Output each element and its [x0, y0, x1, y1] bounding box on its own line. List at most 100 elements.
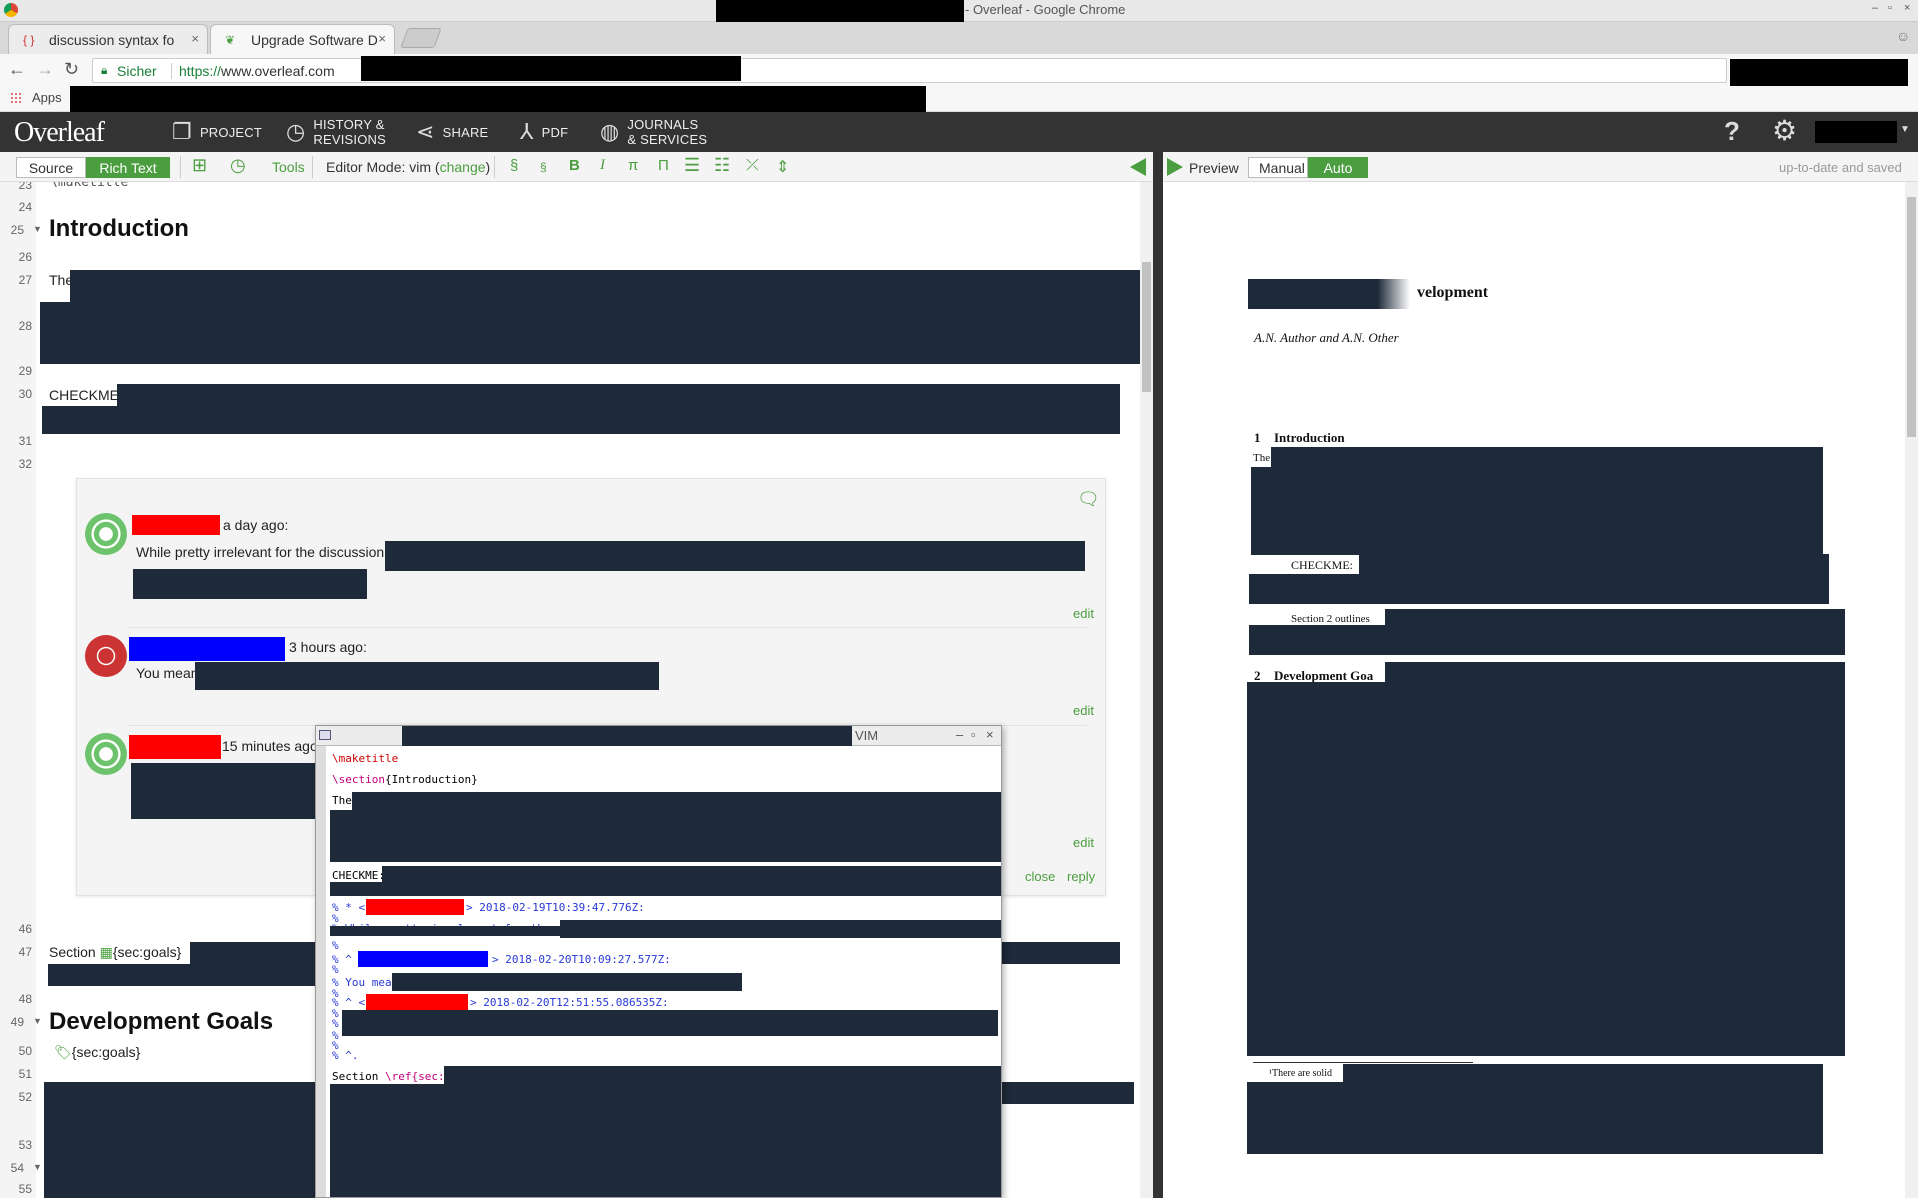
preview-label[interactable]: Preview [1189, 160, 1239, 176]
overleaf-toolbar: Overleaf ❐ PROJECT ◷ HISTORY & REVISIONS ⋖ S… [0, 112, 1918, 152]
redacted-vim-text [330, 810, 1001, 862]
line-number: 28 [18, 319, 32, 333]
comment-bubble-icon[interactable]: 🗨︎ [1077, 489, 1100, 510]
project-button[interactable]: ❐ PROJECT [172, 112, 262, 152]
redacted-comment [131, 763, 331, 819]
url-text: https://www.overleaf.com [179, 63, 335, 79]
section-ref-label[interactable]: {sec:goals} [113, 944, 182, 960]
toolbar-divider [312, 156, 313, 178]
vim-window[interactable]: VIM – ▫ × \maketitle \section{Introducti… [315, 725, 1002, 1198]
redacted-author-name [366, 994, 468, 1010]
reply-link[interactable]: reply [1067, 869, 1095, 884]
redacted-vim-text [330, 1084, 1001, 1197]
pane-divider[interactable] [1153, 152, 1163, 1198]
minimize-icon[interactable]: – [956, 727, 963, 742]
close-icon[interactable]: × [986, 727, 994, 742]
back-icon[interactable]: ← [8, 59, 26, 80]
history-icon[interactable]: ◷ [230, 155, 246, 176]
bold-button[interactable]: B [569, 157, 580, 174]
edit-comment-link[interactable]: edit [1073, 703, 1094, 718]
clock-icon: ◷ [286, 119, 306, 144]
history-button[interactable]: ◷ HISTORY & REVISIONS [286, 112, 386, 152]
redacted-bookmarks [70, 86, 926, 112]
fold-arrow-icon[interactable]: ▼ [33, 224, 42, 234]
fold-arrow-icon[interactable]: ▼ [33, 1162, 42, 1172]
collapse-editor-icon[interactable] [1130, 158, 1146, 176]
new-tab-button[interactable] [400, 28, 442, 48]
overleaf-logo[interactable]: Overleaf [14, 117, 105, 149]
redacted-account[interactable] [1815, 121, 1897, 143]
url-host: www.overleaf.com [221, 63, 335, 79]
scrollbar-thumb[interactable] [1142, 262, 1151, 392]
edit-comment-link[interactable]: edit [1073, 606, 1094, 621]
vim-title: VIM [855, 728, 879, 743]
inline-math-button[interactable]: π [628, 157, 638, 174]
redacted-vim-text [330, 926, 1001, 936]
redacted-vim-text [342, 1010, 998, 1036]
help-icon[interactable]: ? [1724, 116, 1740, 147]
redacted-comment [133, 569, 367, 599]
editor-scrollbar[interactable] [1140, 182, 1153, 1198]
gear-icon[interactable]: ⚙ [1772, 114, 1797, 147]
pdf-preview[interactable]: velopment A.N. Author and A.N. Other 1 I… [1163, 182, 1918, 1198]
restore-icon[interactable]: ▫ [1888, 2, 1892, 14]
italic-button[interactable]: I [600, 157, 605, 174]
redacted-comment [195, 662, 659, 690]
change-mode-link[interactable]: change [440, 159, 486, 175]
share-button[interactable]: ⋖ SHARE [416, 112, 488, 152]
minimize-icon[interactable]: – [1872, 2, 1878, 14]
browser-tab-discussion[interactable]: { } discussion syntax fo × [8, 24, 208, 54]
redacted-checkme [117, 384, 1120, 408]
forward-icon[interactable]: → [36, 59, 54, 80]
pdf-checkme: CHECKME: [1291, 558, 1354, 572]
journals-button[interactable]: ◍ JOURNALS & SERVICES [600, 112, 707, 152]
comment-time: 15 minutes ago [222, 738, 318, 754]
numbered-list-icon[interactable]: ☰ [684, 155, 700, 176]
source-mode-button[interactable]: Source [16, 157, 86, 178]
redacted-pdf-text [1385, 662, 1845, 684]
fold-arrow-icon[interactable]: ▼ [33, 1016, 42, 1026]
section-button[interactable]: § [510, 157, 518, 174]
development-goals-heading: Development Goals [49, 1008, 274, 1035]
close-window-icon[interactable]: × [1904, 2, 1910, 14]
avatar [85, 513, 127, 555]
profile-icon[interactable]: ☺ [1896, 28, 1910, 44]
line-number: 54 [10, 1161, 24, 1175]
preview-play-icon[interactable] [1167, 158, 1183, 176]
collapse-icon[interactable]: ⤫ [746, 157, 759, 175]
lock-icon: 🔒︎ [101, 63, 108, 77]
line-number: 25 [10, 223, 24, 237]
edit-comment-link[interactable]: edit [1073, 835, 1094, 850]
pdf-button[interactable]: ⅄ PDF [520, 112, 568, 152]
apps-link[interactable]: Apps [32, 90, 62, 105]
close-thread-link[interactable]: close [1025, 869, 1055, 884]
maximize-icon[interactable]: ▫ [971, 727, 976, 742]
overleaf-leaf-icon: ❦ [225, 33, 236, 47]
add-comment-icon[interactable]: ⊞ [192, 155, 207, 176]
expand-icon[interactable]: ⇕ [776, 157, 789, 177]
pdf-section-2-outlines: Section 2 outlines [1291, 613, 1370, 625]
auto-compile-button[interactable]: Auto [1308, 157, 1368, 178]
manual-compile-button[interactable]: Manual [1248, 157, 1308, 178]
subsection-button[interactable]: § [540, 160, 547, 174]
redacted-author-name [132, 515, 220, 535]
vim-comment-body: % You mean [332, 976, 399, 989]
tools-menu[interactable]: Tools [272, 159, 305, 175]
scrollbar-thumb[interactable] [1907, 197, 1916, 437]
reload-icon[interactable]: ↻ [64, 59, 79, 80]
line-number: 27 [18, 273, 32, 287]
rich-text-mode-button[interactable]: Rich Text [86, 157, 170, 178]
display-math-button[interactable]: Π [658, 157, 669, 174]
pdf-title-fragment: velopment [1417, 284, 1489, 301]
vim-scrollbar[interactable] [316, 746, 326, 1197]
avatar [85, 733, 127, 775]
browser-tab-upgrade[interactable]: ❦ Upgrade Software D × [210, 24, 395, 54]
maketitle-line: \maketitle [50, 182, 129, 190]
preview-scrollbar[interactable] [1905, 182, 1918, 1198]
line-number: 46 [18, 922, 32, 936]
bullet-list-icon[interactable]: ☷ [714, 155, 730, 176]
chevron-down-icon[interactable]: ▼ [1900, 124, 1910, 135]
close-tab-icon[interactable]: × [191, 31, 199, 46]
url-field[interactable]: 🔒︎ Sicher https://www.overleaf.com [92, 56, 1727, 83]
close-tab-icon[interactable]: × [378, 31, 386, 46]
